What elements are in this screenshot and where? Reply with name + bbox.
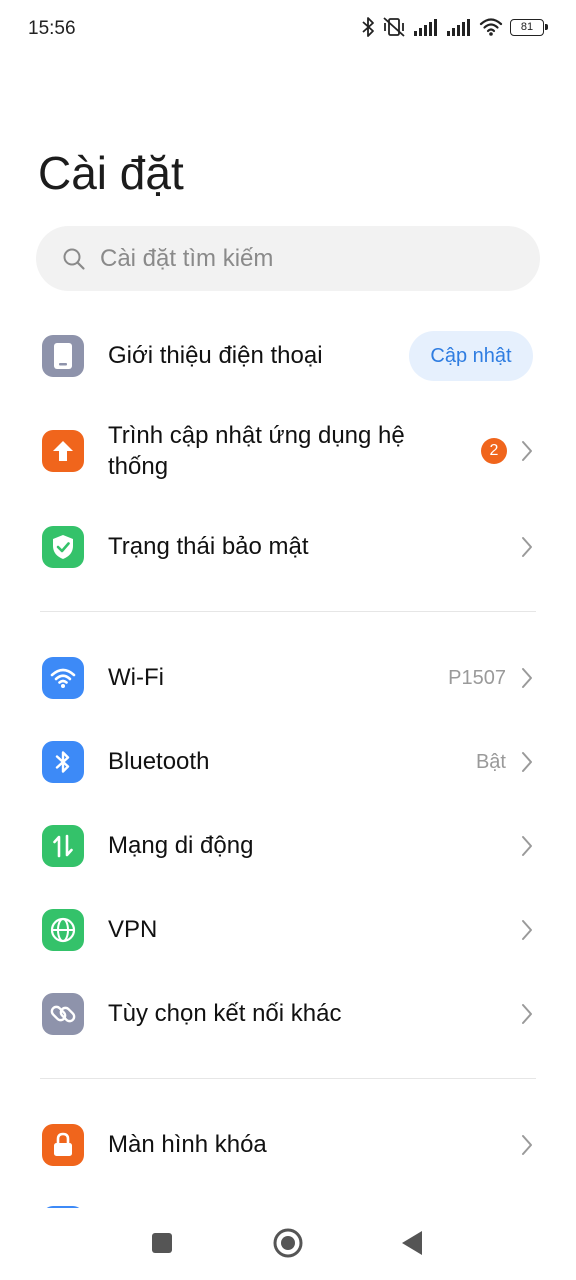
settings-item-label: Wi-Fi xyxy=(108,664,164,691)
update-button[interactable]: Cập nhật xyxy=(409,331,533,381)
chevron-right-icon xyxy=(522,1135,532,1155)
settings-item-bluetooth[interactable]: Bluetooth Bật xyxy=(0,732,576,792)
navigation-bar xyxy=(0,1208,576,1280)
wifi-icon xyxy=(42,657,84,699)
settings-item-security-status[interactable]: Trạng thái bảo mật xyxy=(0,517,576,577)
bluetooth-status: Bật xyxy=(475,751,506,773)
settings-item-system-updater[interactable]: Trình cập nhật ứng dụng hệ thống 2 xyxy=(0,418,576,484)
shield-check-icon xyxy=(42,526,84,568)
bluetooth-icon xyxy=(42,741,84,783)
settings-item-label: Trình cập nhật ứng dụng hệ thống xyxy=(108,422,405,480)
search-input[interactable]: Cài đặt tìm kiếm xyxy=(36,226,540,291)
chevron-right-icon xyxy=(522,836,532,856)
settings-item-lock-screen[interactable]: Màn hình khóa xyxy=(0,1115,576,1175)
chevron-right-icon xyxy=(522,920,532,940)
settings-item-label: VPN xyxy=(108,916,158,943)
link-icon xyxy=(42,993,84,1035)
phone-icon xyxy=(42,335,84,377)
mobile-data-icon xyxy=(42,825,84,867)
bluetooth-icon xyxy=(362,17,374,37)
settings-item-label: Trạng thái bảo mật xyxy=(108,533,309,560)
status-icons: 81 xyxy=(361,16,548,38)
chevron-right-icon xyxy=(522,537,532,557)
settings-screen: 15:56 81 Cài đặt Cài đặt tìm kiếm Giới t… xyxy=(0,0,576,1280)
update-count-badge: 2 xyxy=(481,438,507,464)
search-icon xyxy=(63,248,85,270)
home-circle-icon[interactable] xyxy=(272,1227,304,1259)
battery-level: 81 xyxy=(520,20,534,33)
chevron-right-icon xyxy=(522,668,532,688)
settings-item-mobile-network[interactable]: Mạng di động xyxy=(0,816,576,876)
status-bar: 15:56 81 xyxy=(0,0,576,58)
settings-item-label: Tùy chọn kết nối khác xyxy=(108,1000,342,1027)
recents-square-icon[interactable] xyxy=(151,1232,173,1254)
settings-item-label: Bluetooth xyxy=(108,748,210,775)
settings-item-wifi[interactable]: Wi-Fi P1507 xyxy=(0,648,576,708)
page-title: Cài đặt xyxy=(38,147,184,199)
signal-icon xyxy=(447,19,470,36)
settings-item-about-phone[interactable]: Giới thiệu điện thoại Cập nhật xyxy=(0,326,576,386)
wifi-network-name: P1507 xyxy=(448,667,506,689)
arrow-up-icon xyxy=(42,430,84,472)
search-placeholder: Cài đặt tìm kiếm xyxy=(100,244,274,272)
wifi-icon xyxy=(479,18,503,36)
section-divider xyxy=(40,611,536,612)
status-time: 15:56 xyxy=(28,18,76,39)
chevron-right-icon xyxy=(522,752,532,772)
chevron-right-icon xyxy=(522,441,532,461)
settings-item-more-connectivity[interactable]: Tùy chọn kết nối khác xyxy=(0,984,576,1044)
vibrate-off-icon xyxy=(383,17,405,37)
section-divider xyxy=(40,1078,536,1079)
settings-item-label: Màn hình khóa xyxy=(108,1131,267,1158)
settings-item-vpn[interactable]: VPN xyxy=(0,900,576,960)
settings-item-label: Giới thiệu điện thoại xyxy=(108,342,323,369)
globe-icon xyxy=(42,909,84,951)
battery-icon: 81 xyxy=(510,18,548,36)
settings-item-label: Mạng di động xyxy=(108,832,254,859)
chevron-right-icon xyxy=(522,1004,532,1024)
back-triangle-icon[interactable] xyxy=(401,1230,423,1256)
lock-icon xyxy=(42,1124,84,1166)
signal-icon xyxy=(414,19,437,36)
